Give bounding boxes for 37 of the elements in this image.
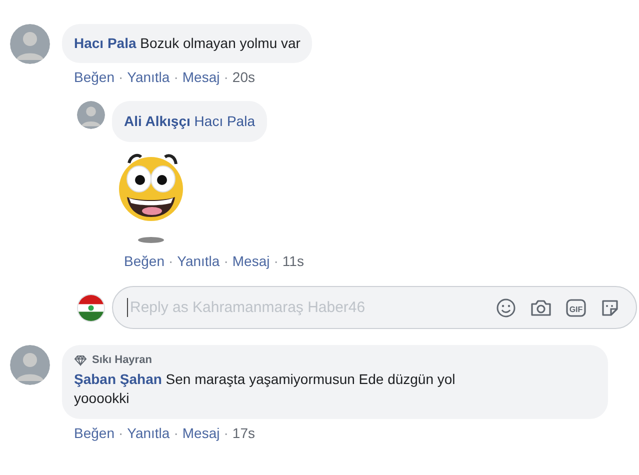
separator-dot: · [274, 252, 278, 270]
sticker-icon[interactable] [600, 298, 620, 318]
separator-dot: · [224, 424, 228, 442]
action-link[interactable]: Beğen [124, 252, 164, 270]
avatar[interactable] [77, 101, 105, 129]
gif-icon[interactable]: GIF [566, 298, 586, 318]
badge-label: Sıkı Hayran [92, 353, 152, 368]
separator-dot: · [174, 424, 178, 442]
timestamp: 20s [232, 68, 255, 86]
emoji-icon[interactable] [496, 298, 516, 318]
avatar [77, 294, 105, 322]
camera-icon[interactable] [530, 298, 552, 318]
action-link[interactable]: Beğen [74, 424, 114, 442]
separator-dot: · [224, 68, 228, 86]
mention-link[interactable]: Hacı Pala [194, 113, 255, 129]
timestamp: 17s [232, 424, 255, 442]
action-link[interactable]: Mesaj [232, 252, 270, 270]
comment-text: Şaban Şahan Sen maraşta yaşamiyormusun Ede düzgün yol yooookki [74, 370, 456, 408]
action-link[interactable]: Mesaj [182, 424, 220, 442]
avatar[interactable] [10, 24, 50, 64]
diamond-icon [74, 354, 87, 366]
timestamp: 11s [282, 252, 304, 270]
author-link[interactable]: Ali Alkışçı [124, 113, 190, 129]
author-link[interactable]: Hacı Pala [74, 35, 136, 51]
action-link[interactable]: Yanıtla [127, 68, 170, 86]
separator-dot: · [174, 68, 178, 86]
separator-dot: · [168, 252, 174, 270]
separator-dot: · [118, 424, 124, 442]
action-link[interactable]: Mesaj [182, 68, 220, 86]
action-link[interactable]: Yanıtla [127, 424, 170, 442]
action-link[interactable]: Beğen [74, 68, 114, 86]
author-link[interactable]: Şaban Şahan [74, 371, 162, 387]
separator-dot: · [224, 252, 228, 270]
action-link[interactable]: Yanıtla [177, 252, 220, 270]
comment-text: Hacı Pala Bozuk olmayan yolmu var [74, 34, 300, 53]
separator-dot: · [118, 68, 124, 86]
avatar[interactable] [10, 345, 50, 385]
